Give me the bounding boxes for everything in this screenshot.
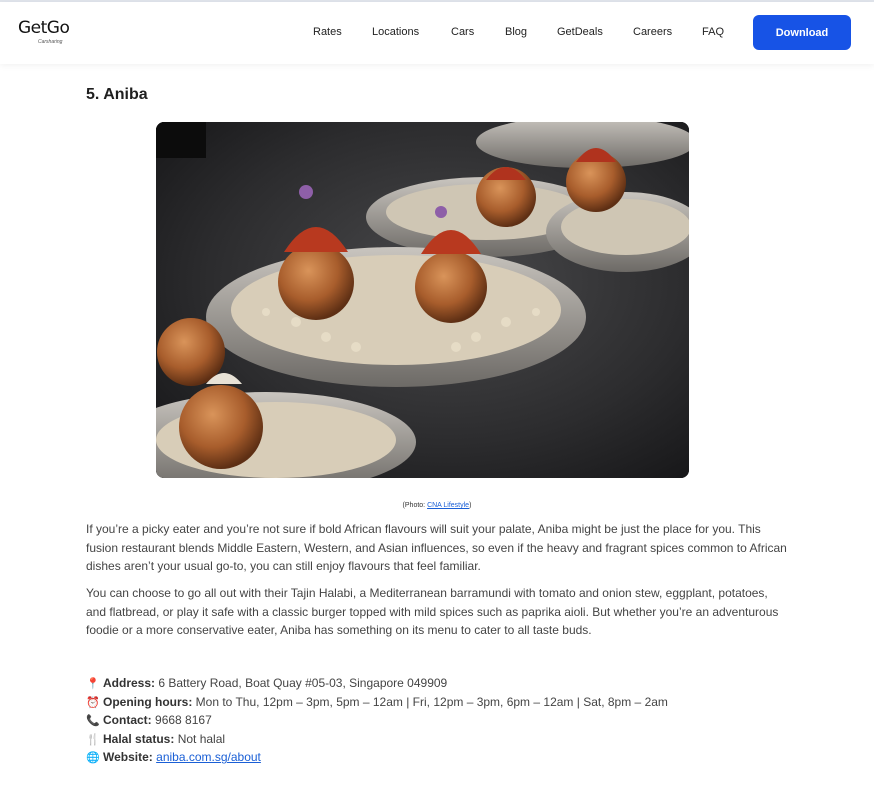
nav-locations[interactable]: Locations (372, 26, 419, 38)
nav-blog[interactable]: Blog (505, 26, 527, 38)
contact-value: 9668 8167 (155, 713, 212, 728)
website-link[interactable]: aniba.com.sg/about (156, 750, 261, 764)
getgo-logo[interactable]: GetGo Carsharing (18, 18, 70, 48)
site-header: GetGo Carsharing Rates Locations Cars Bl… (0, 2, 874, 64)
caption-prefix: (Photo: (402, 502, 428, 509)
website-label: Website: (103, 750, 153, 765)
section-heading: 5. Aniba (86, 86, 148, 103)
caption-suffix: ) (469, 502, 472, 509)
info-hours: ⏰ Opening hours: Mon to Thu, 12pm – 3pm, … (86, 693, 786, 712)
logo-wordmark: GetGo (18, 18, 70, 38)
fork-knife-icon: 🍴 (86, 733, 100, 746)
halal-label: Halal status: (103, 731, 175, 746)
nav-careers[interactable]: Careers (633, 26, 672, 38)
alarm-clock-icon: ⏰ (86, 696, 100, 709)
address-value: 6 Battery Road, Boat Quay #05-03, Singap… (158, 676, 448, 690)
hours-value: Mon to Thu, 12pm – 3pm, 5pm – 12am | Fri… (195, 694, 668, 709)
halal-value: Not halal (177, 731, 226, 746)
nav-faq[interactable]: FAQ (702, 26, 724, 38)
nav-rates[interactable]: Rates (313, 26, 342, 38)
menu-paragraph: You can choose to go all out with their … (86, 586, 779, 638)
intro-paragraph: If you’re a picky eater and you’re not s… (86, 522, 787, 574)
hours-label: Opening hours: (103, 694, 193, 709)
pin-icon: 📍 (86, 678, 100, 690)
address-label: Address: (103, 676, 156, 690)
download-button[interactable]: Download (753, 15, 851, 50)
logo-tagline: Carsharing (38, 39, 63, 45)
info-contact: 📞 Contact: 9668 8167 (86, 711, 786, 730)
contact-label: Contact: (103, 713, 152, 728)
globe-icon: 🌐 (86, 752, 100, 765)
aniba-food-photo (156, 122, 689, 478)
photo-caption: (Photo: CNA Lifestyle) (0, 502, 874, 509)
phone-icon: 📞 (86, 715, 100, 728)
nav-cars[interactable]: Cars (451, 26, 474, 38)
info-address: 📍 Address: 6 Battery Road, Boat Quay #05-… (86, 674, 786, 693)
info-website: 🌐 Website: aniba.com.sg/about (86, 748, 786, 767)
restaurant-info: 📍 Address: 6 Battery Road, Boat Quay #05-… (86, 674, 786, 767)
nav-getdeals[interactable]: GetDeals (557, 26, 603, 38)
caption-source-link[interactable]: CNA Lifestyle (427, 502, 469, 509)
info-halal: 🍴 Halal status: Not halal (86, 730, 786, 749)
